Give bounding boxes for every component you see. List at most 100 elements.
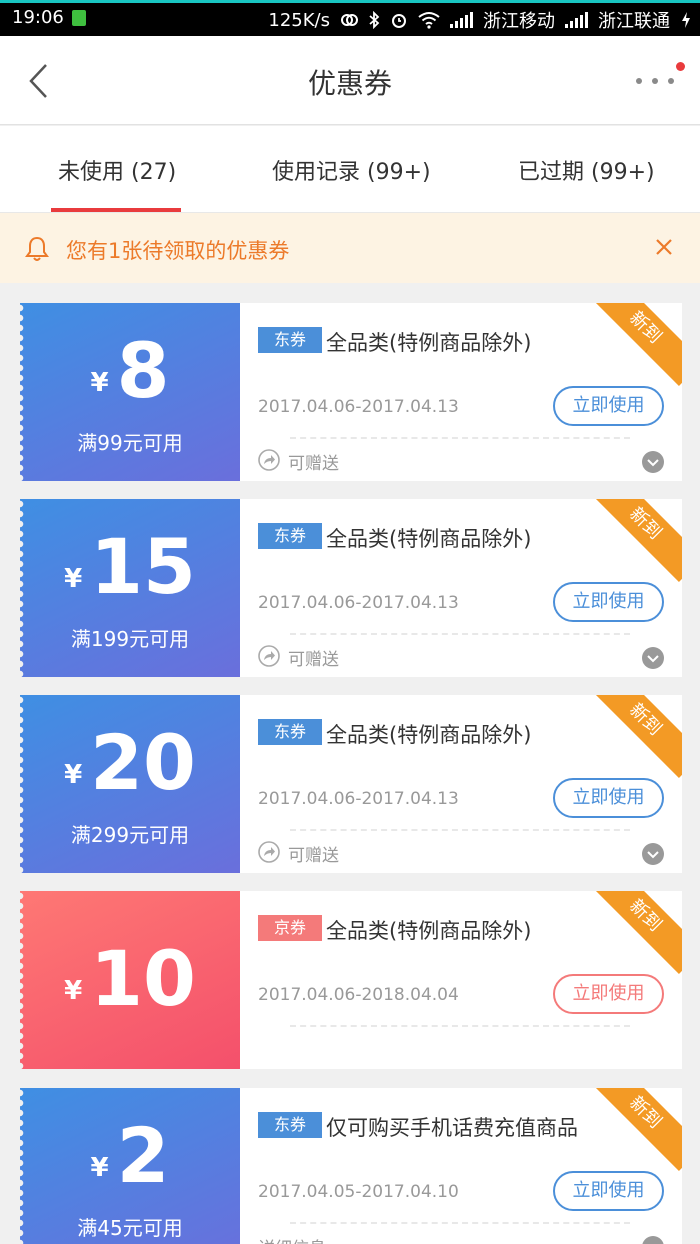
coupon-value-panel: ¥20 满299元可用 [20,695,240,873]
share-arrow-icon [258,449,280,471]
tab-unused[interactable]: 未使用 (27) [58,154,176,186]
coupon-card[interactable]: ¥2 满45元可用 东券 仅可购买手机话费充值商品 新到 2017.04.05-… [20,1088,682,1244]
coupon-amount: ¥2 [20,1118,240,1194]
status-bar: 19:06 125K/s 浙江移动 浙江联通 [0,0,700,36]
coupon-validity-date: 2017.04.06-2017.04.13 [258,593,459,613]
chevron-down-icon[interactable] [642,647,664,669]
more-dot-icon [636,78,642,84]
coupon-validity-date: 2017.04.06-2017.04.13 [258,397,459,417]
coupon-title: 全品类(特例商品除外) [326,723,532,747]
amount-value: 15 [90,522,196,611]
amount-value: 8 [116,326,170,415]
new-ribbon: 新到 [587,695,682,778]
coupon-condition: 满299元可用 [70,823,190,847]
chevron-down-icon[interactable] [642,451,664,473]
coupon-type-badge: 东券 [258,327,322,353]
tab-usage-record[interactable]: 使用记录 (99+) [272,154,431,186]
bell-icon [25,236,49,261]
nav-bar: 优惠券 [0,36,700,125]
coupon-value-panel: ¥2 满45元可用 [20,1088,240,1244]
coupon-amount: ¥10 [20,941,240,1017]
coupon-validity-date: 2017.04.06-2017.04.13 [258,789,459,809]
carrier-2: 浙江联通 [598,11,670,32]
coupon-detail: 东券 全品类(特例商品除外) 新到 2017.04.06-2017.04.13 … [240,303,682,481]
coupon-detail: 东券 全品类(特例商品除外) 新到 2017.04.06-2017.04.13 … [240,695,682,873]
dashed-divider [290,633,630,635]
dashed-divider [290,437,630,439]
yen-sign: ¥ [64,564,83,594]
dashed-divider [290,1222,630,1224]
coupon-card[interactable]: ¥15 满199元可用 东券 全品类(特例商品除外) 新到 2017.04.06… [20,499,682,677]
giftable-label: 可赠送 [288,454,339,474]
more-menu-button[interactable] [634,62,685,88]
status-accent-line [0,0,700,3]
coupon-card[interactable]: ¥8 满99元可用 东券 全品类(特例商品除外) 新到 2017.04.06-2… [20,303,682,481]
dashed-divider [290,1025,630,1027]
giftable-label: 可赠送 [288,846,339,866]
battery-saver-icon [72,10,86,26]
coupon-condition: 满45元可用 [77,1216,183,1240]
tab-bar: 未使用 (27) 使用记录 (99+) 已过期 (99+) [0,126,700,213]
close-icon[interactable] [652,235,676,259]
coupon-title: 全品类(特例商品除外) [326,919,532,943]
coupon-detail: 东券 仅可购买手机话费充值商品 新到 2017.04.05-2017.04.10… [240,1088,682,1244]
new-ribbon: 新到 [587,1088,682,1171]
chevron-down-icon[interactable] [642,843,664,865]
notice-text: 您有1张待领取的优惠券 [66,239,290,263]
coupon-type-badge: 京券 [258,915,322,941]
amount-value: 20 [90,718,196,807]
yen-sign: ¥ [64,760,83,790]
new-ribbon: 新到 [587,499,682,582]
wifi-icon [418,12,440,29]
status-right: 125K/s 浙江移动 浙江联通 [268,7,692,33]
more-dot-icon [652,78,658,84]
carrier-1: 浙江移动 [483,11,555,32]
new-ribbon: 新到 [587,891,682,974]
coupon-condition: 满199元可用 [70,627,190,651]
amount-value: 10 [90,934,196,1023]
coupon-title: 全品类(特例商品除外) [326,331,532,355]
use-now-button[interactable]: 立即使用 [553,778,664,818]
yen-sign: ¥ [90,368,109,398]
amount-value: 2 [116,1111,170,1200]
notification-dot [676,62,685,71]
network-speed: 125K/s [268,9,330,31]
use-now-button[interactable]: 立即使用 [553,582,664,622]
coupon-value-panel: ¥8 满99元可用 [20,303,240,481]
use-now-button[interactable]: 立即使用 [553,974,664,1014]
yen-sign: ¥ [64,976,83,1006]
details-label: 详细信息 [258,1234,326,1244]
coupon-amount: ¥8 [20,333,240,409]
share-arrow-icon [258,645,280,667]
active-tab-indicator [51,208,181,212]
hotspot-icon [341,14,358,26]
giftable-label: 可赠送 [288,650,339,670]
coupon-value-panel: ¥15 满199元可用 [20,499,240,677]
coupon-detail: 东券 全品类(特例商品除外) 新到 2017.04.06-2017.04.13 … [240,499,682,677]
share-arrow-icon [258,841,280,863]
use-now-button[interactable]: 立即使用 [553,386,664,426]
charging-icon [682,12,690,28]
pending-coupon-notice[interactable]: 您有1张待领取的优惠券 [0,213,700,283]
use-now-button[interactable]: 立即使用 [553,1171,664,1211]
bluetooth-icon [369,11,380,29]
signal-icon-2 [565,12,588,28]
coupon-title: 全品类(特例商品除外) [326,527,532,551]
signal-icon-1 [450,12,473,28]
coupon-detail: 京券 全品类(特例商品除外) 新到 2017.04.06-2018.04.04 … [240,891,682,1069]
chevron-down-icon[interactable] [642,1236,664,1244]
coupon-card[interactable]: ¥10 京券 全品类(特例商品除外) 新到 2017.04.06-2018.04… [20,891,682,1069]
coupon-condition: 满99元可用 [77,431,183,455]
tab-expired[interactable]: 已过期 (99+) [518,154,655,186]
status-time: 19:06 [12,7,64,28]
dashed-divider [290,829,630,831]
more-dot-icon [668,78,674,84]
coupon-amount: ¥15 [20,529,240,605]
coupon-amount: ¥20 [20,725,240,801]
coupon-card[interactable]: ¥20 满299元可用 东券 全品类(特例商品除外) 新到 2017.04.06… [20,695,682,873]
yen-sign: ¥ [90,1153,109,1183]
page-title: 优惠券 [307,67,392,100]
coupon-validity-date: 2017.04.05-2017.04.10 [258,1182,459,1202]
coupon-type-badge: 东券 [258,1112,322,1138]
coupon-type-badge: 东券 [258,719,322,745]
